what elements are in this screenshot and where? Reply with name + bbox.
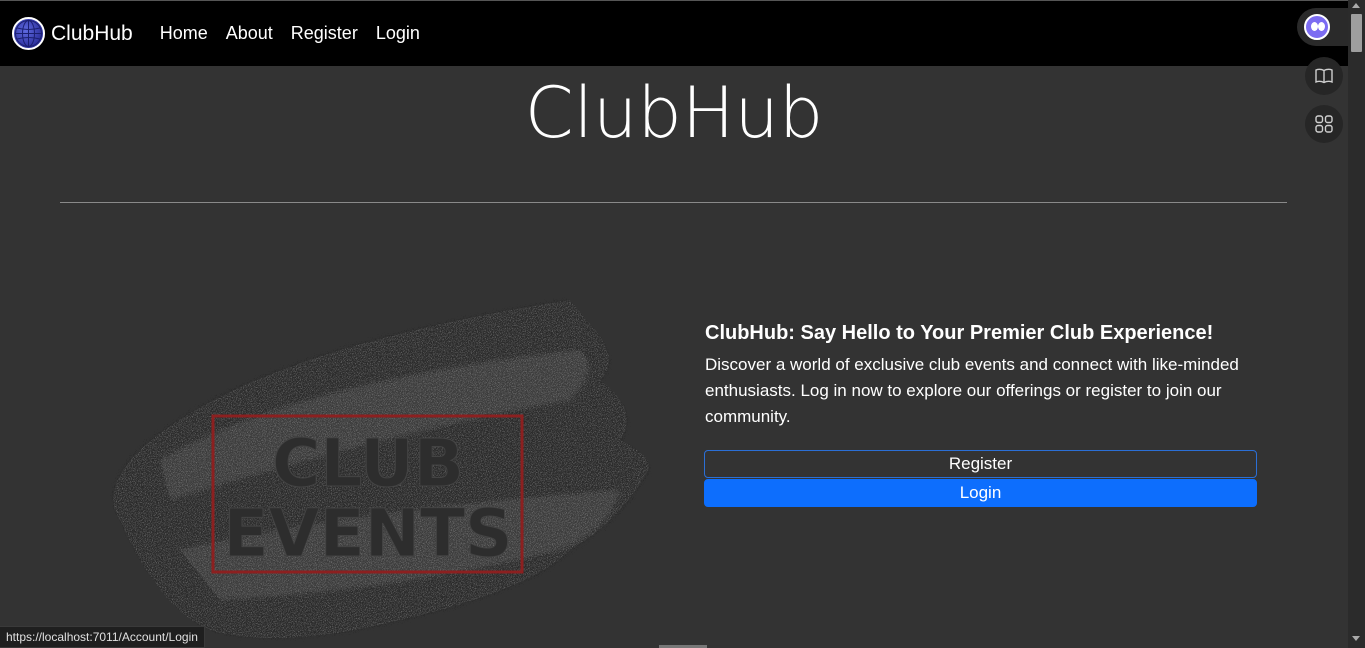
register-button[interactable]: Register — [704, 450, 1257, 478]
nav-link-home[interactable]: Home — [160, 23, 208, 44]
scroll-down-arrow-icon[interactable] — [1352, 636, 1360, 641]
login-button[interactable]: Login — [704, 479, 1257, 507]
club-text: CLUB — [272, 425, 464, 502]
extension-face-icon — [1304, 14, 1330, 40]
brand-link[interactable]: ClubHub — [12, 17, 133, 50]
events-text: EVENTS — [223, 495, 512, 572]
scroll-thumb[interactable] — [1351, 14, 1362, 52]
brand-name: ClubHub — [51, 21, 133, 45]
navbar: ClubHub Home About Register Login — [0, 0, 1348, 66]
page-title: ClubHub — [524, 72, 824, 154]
club-events-image: CLUB EVENTS — [100, 290, 660, 648]
nav-links: Home About Register Login — [160, 23, 438, 44]
divider — [60, 202, 1287, 203]
nav-link-register[interactable]: Register — [291, 23, 358, 44]
info-heading: ClubHub: Say Hello to Your Premier Club … — [705, 322, 1214, 344]
vertical-scrollbar[interactable] — [1348, 0, 1365, 648]
nav-link-about[interactable]: About — [226, 23, 273, 44]
status-bar-url: https://localhost:7011/Account/Login — [0, 626, 205, 648]
extension-button[interactable] — [1297, 8, 1348, 46]
info-section: ClubHub: Say Hello to Your Premier Club … — [705, 318, 1265, 430]
globe-icon — [12, 17, 45, 50]
nav-link-login[interactable]: Login — [376, 23, 420, 44]
info-text: Discover a world of exclusive club event… — [705, 355, 1239, 426]
scroll-up-arrow-icon[interactable] — [1352, 3, 1360, 8]
